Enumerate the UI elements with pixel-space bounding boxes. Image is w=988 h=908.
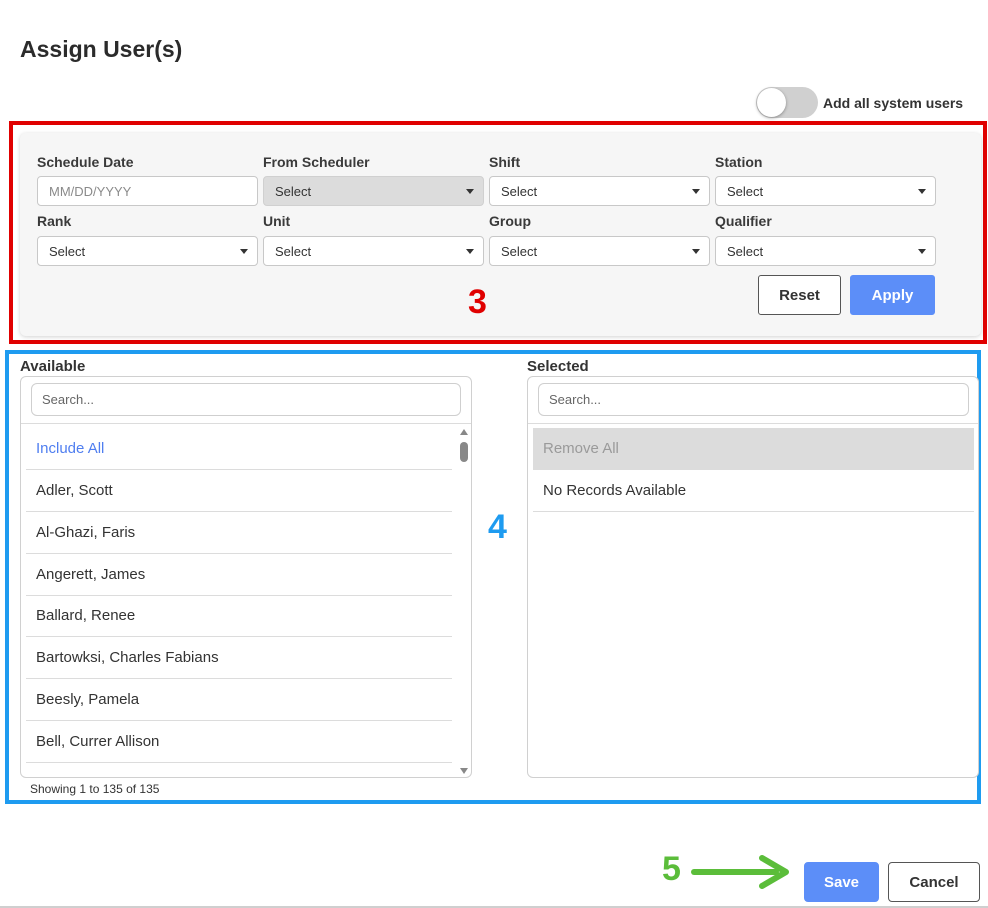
station-label: Station: [715, 154, 763, 170]
annotation-step-3: 3: [468, 283, 487, 321]
scroll-up-icon[interactable]: [460, 429, 468, 435]
unit-label: Unit: [263, 213, 291, 229]
list-item[interactable]: Angerett, James: [26, 554, 452, 596]
selected-search-input[interactable]: Search...: [538, 383, 969, 416]
qualifier-label: Qualifier: [715, 213, 772, 229]
chevron-down-icon: [692, 189, 700, 194]
cancel-button[interactable]: Cancel: [888, 862, 980, 902]
add-all-users-label: Add all system users: [823, 94, 964, 111]
available-search-input[interactable]: Search...: [31, 383, 461, 416]
list-item[interactable]: Ballard, Renee: [26, 595, 452, 637]
empty-state-text: No Records Available: [533, 470, 974, 512]
unit-value: Select: [275, 243, 312, 259]
add-all-users-toggle-row: Add all system users: [756, 87, 963, 118]
available-search-placeholder: Search...: [42, 392, 95, 407]
chevron-down-icon: [918, 249, 926, 254]
list-item[interactable]: Bell, Currer Allison: [26, 721, 452, 763]
list-item[interactable]: Adler, Scott: [26, 470, 452, 512]
include-all-item[interactable]: Include All: [26, 428, 452, 470]
divider: [21, 423, 471, 424]
scroll-down-icon[interactable]: [460, 768, 468, 774]
qualifier-value: Select: [727, 243, 764, 259]
chevron-down-icon: [466, 189, 474, 194]
schedule-date-input[interactable]: MM/DD/YYYY: [37, 176, 258, 206]
group-label: Group: [489, 213, 531, 229]
remove-all-item[interactable]: Remove All: [533, 428, 974, 470]
shift-value: Select: [501, 183, 538, 199]
apply-button[interactable]: Apply: [850, 275, 935, 315]
chevron-down-icon: [466, 249, 474, 254]
available-title: Available: [20, 358, 86, 375]
rank-value: Select: [49, 243, 86, 259]
list-item[interactable]: Bartowksi, Charles Fabians: [26, 637, 452, 679]
selected-title: Selected: [527, 358, 589, 375]
filter-panel: Schedule Date From Scheduler Shift Stati…: [20, 133, 981, 336]
qualifier-select[interactable]: Select: [715, 236, 936, 266]
toggle-knob: [757, 88, 786, 117]
from-scheduler-value: Select: [275, 183, 312, 199]
chevron-down-icon: [918, 189, 926, 194]
list-item[interactable]: Beesly, Pamela: [26, 679, 452, 721]
available-status-text: Showing 1 to 135 of 135: [30, 782, 160, 796]
available-scrollbar[interactable]: [458, 427, 470, 777]
chevron-down-icon: [692, 249, 700, 254]
selected-search-placeholder: Search...: [549, 392, 602, 407]
group-select[interactable]: Select: [489, 236, 710, 266]
group-value: Select: [501, 243, 538, 259]
rank-select[interactable]: Select: [37, 236, 258, 266]
reset-button[interactable]: Reset: [758, 275, 841, 315]
shift-label: Shift: [489, 154, 521, 170]
available-list-box: Search... Include All Adler, Scott Al-Gh…: [20, 376, 472, 778]
annotation-step-4: 4: [488, 508, 507, 546]
shift-select[interactable]: Select: [489, 176, 710, 206]
save-button[interactable]: Save: [804, 862, 879, 902]
schedule-date-label: Schedule Date: [37, 154, 134, 170]
divider: [528, 423, 978, 424]
arrow-right-icon: [691, 855, 789, 889]
selected-list-box: Search... Remove All No Records Availabl…: [527, 376, 979, 778]
dialog-title: Assign User(s): [20, 36, 183, 62]
scroll-thumb[interactable]: [460, 442, 468, 462]
annotation-step-5: 5: [662, 850, 681, 888]
list-item[interactable]: Al-Ghazi, Faris: [26, 512, 452, 554]
add-all-users-toggle[interactable]: [756, 87, 818, 118]
schedule-date-placeholder: MM/DD/YYYY: [49, 183, 132, 199]
rank-label: Rank: [37, 213, 72, 229]
station-select[interactable]: Select: [715, 176, 936, 206]
unit-select[interactable]: Select: [263, 236, 484, 266]
from-scheduler-label: From Scheduler: [263, 154, 370, 170]
station-value: Select: [727, 183, 764, 199]
from-scheduler-select[interactable]: Select: [263, 176, 484, 206]
chevron-down-icon: [240, 249, 248, 254]
